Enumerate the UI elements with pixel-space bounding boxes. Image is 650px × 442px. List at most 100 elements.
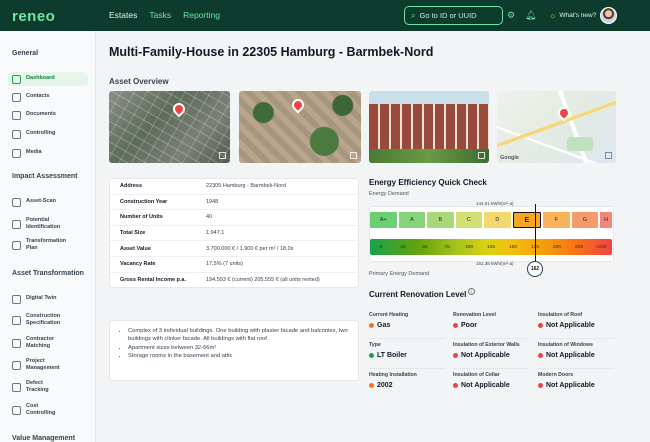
sidebar-item-label: Contractor Matching bbox=[26, 336, 54, 350]
dashboard-icon bbox=[12, 74, 21, 84]
asset-overview-heading: Asset Overview bbox=[109, 77, 169, 86]
renovation-item: Insulation of Exterior Walls Not Applicab… bbox=[453, 342, 520, 359]
energy-demand-label: Energy Demand bbox=[369, 191, 409, 197]
sidebar-item-label: Potential Identification bbox=[26, 217, 60, 231]
sidebar-section-title: General bbox=[12, 50, 39, 57]
renovation-value: Gas bbox=[369, 322, 408, 329]
sidebar-item-contacts[interactable]: Contacts bbox=[8, 91, 88, 103]
renovation-label: Insulation of Exterior Walls bbox=[453, 342, 520, 348]
energy-class-g: G bbox=[571, 212, 599, 228]
renovation-item: Renovation Level Poor bbox=[453, 312, 496, 329]
renovation-value-text: 2002 bbox=[377, 382, 393, 389]
energy-scale-ticks: 0255075100125150175200225>250 bbox=[370, 239, 612, 255]
info-icon[interactable]: i bbox=[468, 288, 475, 295]
detail-key: Construction Year bbox=[120, 198, 168, 205]
label-line: Specification bbox=[26, 320, 61, 326]
energy-class-f: F bbox=[543, 212, 570, 228]
lawn bbox=[369, 149, 489, 163]
sidebar-item-dashboard[interactable]: Dashboard bbox=[8, 72, 88, 86]
sidebar-item-controlling[interactable]: Controlling bbox=[8, 128, 88, 140]
building-photo[interactable] bbox=[369, 91, 489, 163]
label-line: Documents bbox=[26, 111, 56, 118]
expand-icon[interactable] bbox=[605, 152, 612, 159]
status-dot-icon bbox=[453, 353, 458, 358]
scale-tick: 225 bbox=[574, 244, 583, 250]
defect-icon bbox=[12, 382, 21, 392]
renovation-value: Poor bbox=[453, 322, 496, 329]
label-line: Controlling bbox=[26, 410, 56, 416]
table-row: Construction Year 1948 bbox=[110, 195, 360, 211]
expand-icon[interactable] bbox=[350, 152, 357, 159]
sidebar-item-transformation-plan[interactable]: Transformation Plan bbox=[8, 237, 88, 253]
sidebar-item-cost-controlling[interactable]: Cost Controlling bbox=[8, 402, 88, 418]
cost-icon bbox=[12, 405, 21, 415]
media-icon bbox=[12, 148, 21, 158]
label-line: Cost bbox=[26, 402, 39, 409]
scale-tick: 125 bbox=[486, 244, 495, 250]
detail-value: 22305 Hamburg - Barmbek-Nord bbox=[206, 183, 287, 190]
bell-icon[interactable]: 🔔︎ bbox=[525, 10, 536, 21]
energy-class-a: A bbox=[398, 212, 426, 228]
sidebar-item-construction-specification[interactable]: Construction Specification bbox=[8, 312, 88, 328]
nav-tasks[interactable]: Tasks bbox=[149, 10, 171, 20]
label-line: Identification bbox=[26, 224, 61, 230]
id-search-input[interactable]: ⌕ Go to ID or UUID bbox=[404, 6, 503, 25]
renovation-item: Insulation of Roof Not Applicable bbox=[538, 312, 595, 329]
renovation-value-text: Not Applicable bbox=[546, 352, 595, 359]
aerial-photo[interactable] bbox=[239, 91, 361, 163]
renovation-item: Type LT Boiler bbox=[369, 342, 407, 359]
renovation-item: Insulation of Windows Not Applicable bbox=[538, 342, 595, 359]
label-line: Asset-Scan bbox=[26, 198, 56, 205]
renovation-label: Current Heating bbox=[369, 312, 409, 318]
sidebar-item-asset-scan[interactable]: Asset-Scan bbox=[8, 196, 88, 208]
divider bbox=[538, 368, 614, 369]
sidebar-item-defect-tracking[interactable]: Defect Tracking bbox=[8, 379, 88, 395]
sidebar-item-project-management[interactable]: Project Management bbox=[8, 357, 88, 373]
sidebar-item-label: Dashboard bbox=[26, 75, 55, 82]
whats-new-label: What's new? bbox=[559, 12, 597, 19]
nav-estates[interactable]: Estates bbox=[109, 10, 137, 20]
whats-new-button[interactable]: ☼ What's new? bbox=[549, 11, 596, 20]
nav-reporting[interactable]: Reporting bbox=[183, 10, 220, 20]
sidebar-item-media[interactable]: Media bbox=[8, 147, 88, 159]
renovation-label: Modern Doors bbox=[538, 372, 574, 378]
renovation-label: Insulation of Cellar bbox=[453, 372, 500, 378]
contacts-icon bbox=[12, 92, 21, 102]
status-dot-icon bbox=[538, 323, 543, 328]
label-line: Defect bbox=[26, 379, 43, 386]
renovation-value-text: Not Applicable bbox=[546, 382, 595, 389]
expand-icon[interactable] bbox=[219, 152, 226, 159]
renovation-value-text: Not Applicable bbox=[461, 382, 510, 389]
divider bbox=[369, 338, 445, 339]
status-dot-icon bbox=[538, 383, 543, 388]
renovation-label: Insulation of Roof bbox=[538, 312, 583, 318]
status-dot-icon bbox=[453, 323, 458, 328]
main-nav: Estates Tasks Reporting bbox=[109, 10, 220, 20]
sidebar-item-contractor-matching[interactable]: Contractor Matching bbox=[8, 335, 88, 351]
reneo-logo[interactable]: reneo bbox=[12, 8, 55, 25]
sidebar-item-potential-identification[interactable]: Potential Identification bbox=[8, 216, 88, 232]
renovation-value-text: Gas bbox=[377, 322, 391, 329]
scale-tick: 0 bbox=[379, 244, 383, 250]
page-title: Multi-Family-House in 22305 Hamburg - Ba… bbox=[109, 45, 434, 59]
sidebar-item-label: Project Management bbox=[26, 358, 60, 372]
settings-icon[interactable]: ⚙ bbox=[507, 10, 515, 21]
energy-class-bar: A+ A B C D E F G H bbox=[370, 212, 613, 228]
controlling-icon bbox=[12, 129, 21, 139]
status-dot-icon bbox=[538, 353, 543, 358]
sidebar-item-digital-twin[interactable]: Digital Twin bbox=[8, 293, 88, 305]
energy-check-heading: Energy Efficiency Quick Check bbox=[369, 178, 487, 187]
primary-demand-badge: 162 bbox=[527, 261, 543, 277]
sidebar-section-title: Asset Transformation bbox=[12, 270, 84, 277]
sidebar-item-documents[interactable]: Documents bbox=[8, 109, 88, 121]
satellite-photo[interactable] bbox=[109, 91, 230, 163]
location-pin-icon bbox=[555, 104, 573, 122]
renovation-item: Insulation of Cellar Not Applicable bbox=[453, 372, 510, 389]
expand-icon[interactable] bbox=[478, 152, 485, 159]
street-map[interactable]: Google bbox=[497, 91, 616, 163]
renovation-value: Not Applicable bbox=[453, 382, 510, 389]
avatar[interactable] bbox=[600, 7, 617, 24]
sun-icon: ☼ bbox=[549, 11, 557, 20]
table-row: Gross Rental Income p.a. 194.593 € (curre… bbox=[110, 273, 360, 289]
primary-demand-value: 161,38 kWh/(m²·a) bbox=[476, 261, 514, 266]
